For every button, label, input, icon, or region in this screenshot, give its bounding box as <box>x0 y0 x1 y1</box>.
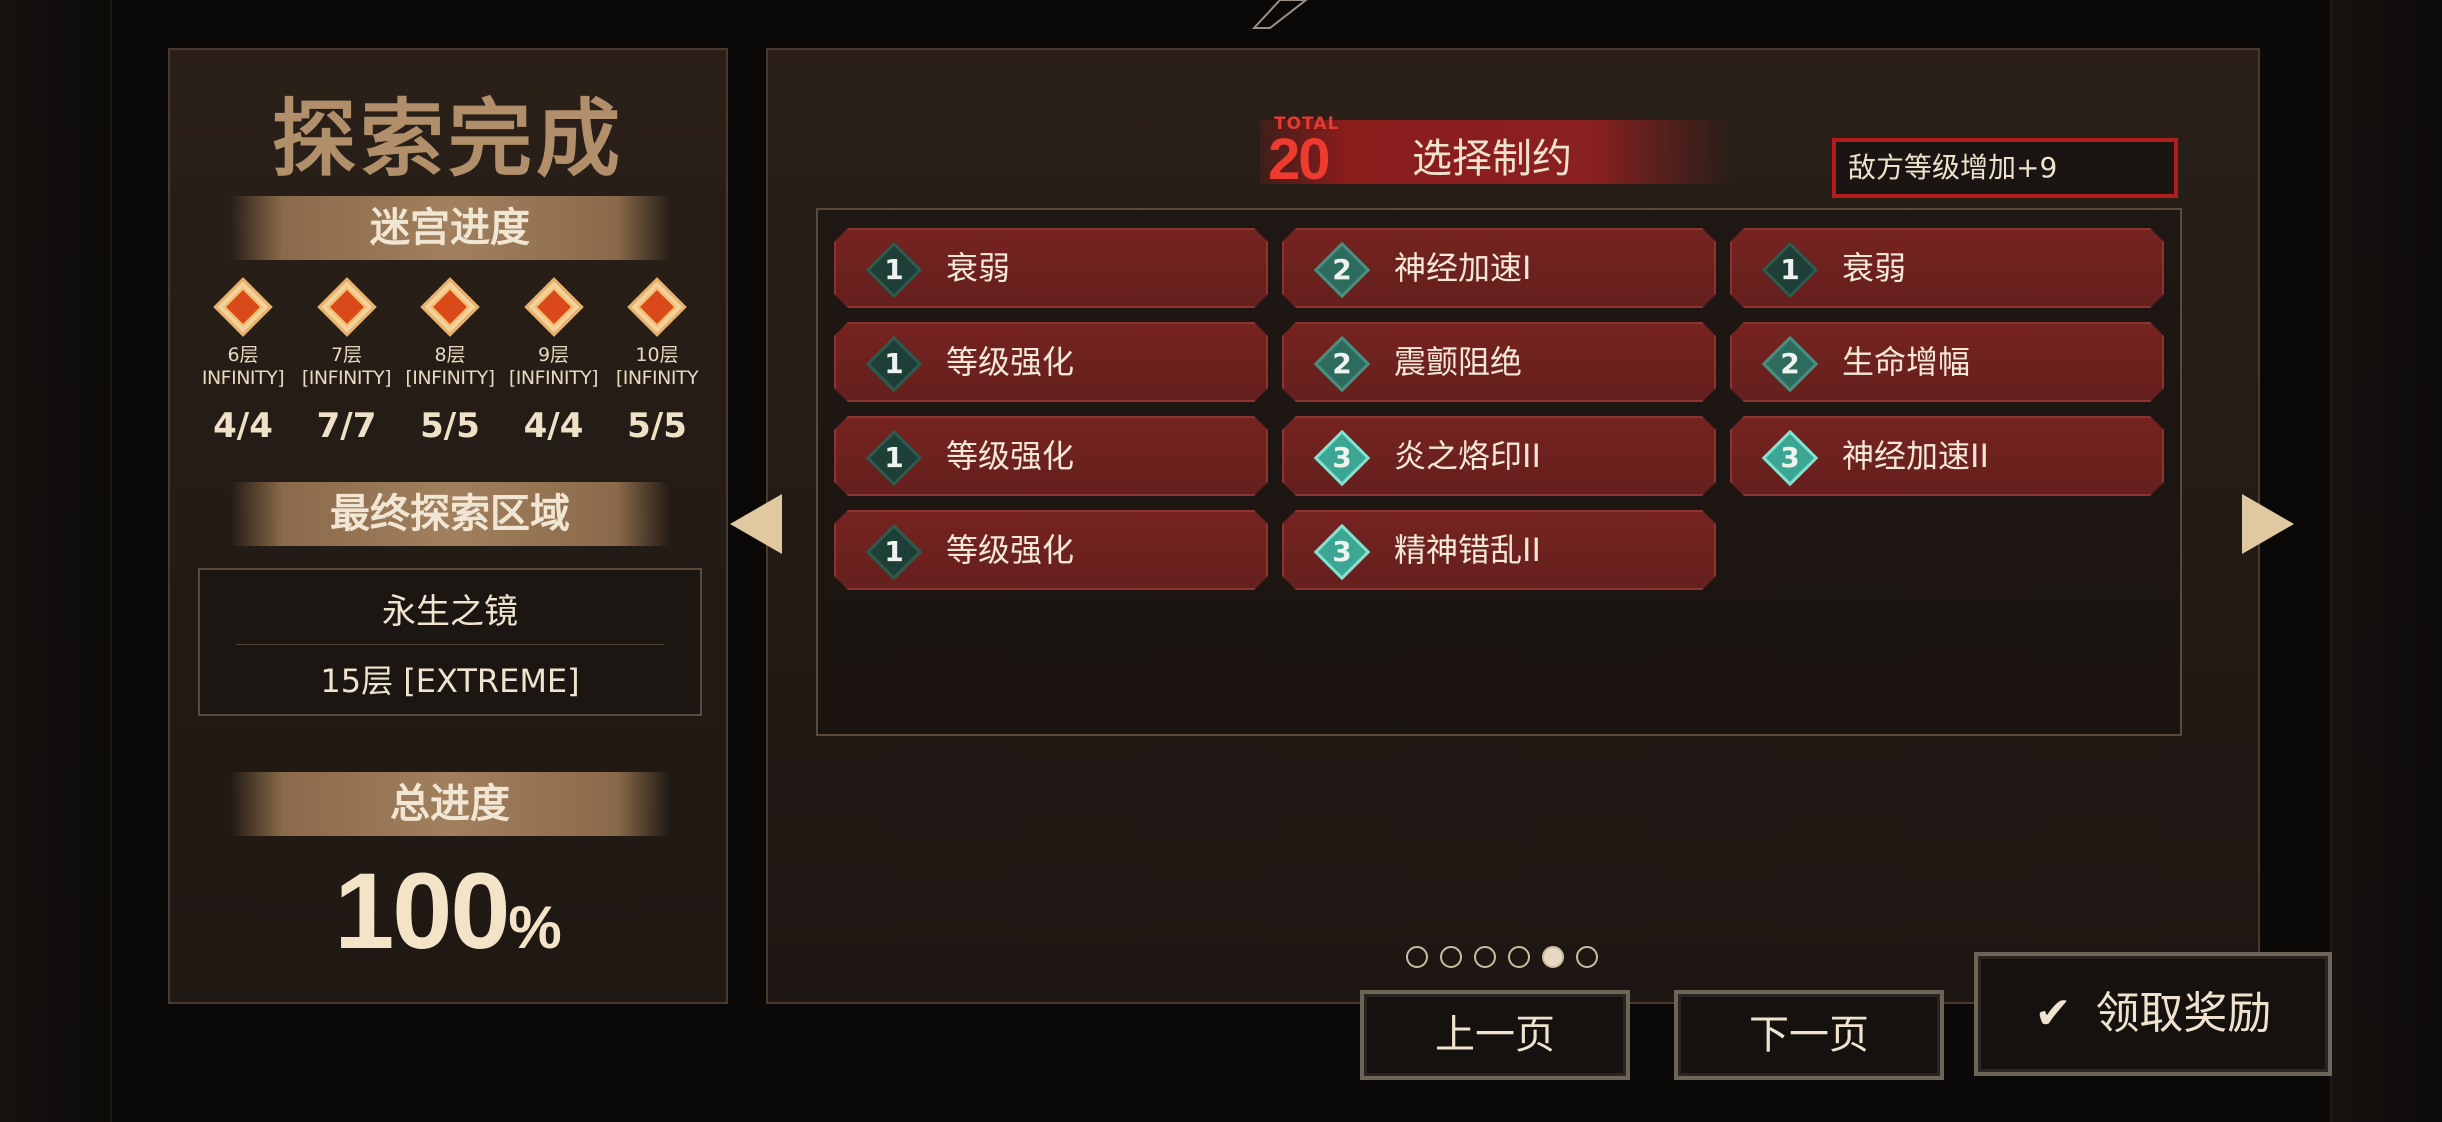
floor-item: 10层 [INFINITY 5/5 <box>606 274 708 504</box>
constraint-level: 3 <box>1780 441 1800 474</box>
constraint-name: 衰弱 <box>1842 249 1907 287</box>
constraint-name: 生命增幅 <box>1842 343 1971 381</box>
constraint-level: 3 <box>1332 441 1352 474</box>
constraint-grid: 1 衰弱 2 神经加速I 1 衰弱 1 等级强化 2 震颤阻绝 2 生命增幅 1… <box>816 208 2182 736</box>
floor-emblem-icon <box>523 277 584 337</box>
floor-name: 6层 <box>227 344 259 366</box>
floor-name: 7层 <box>330 344 363 366</box>
constraint-card[interactable]: 2 震颤阻绝 <box>1282 322 1716 402</box>
top-pointer-icon <box>1251 0 1308 29</box>
floor-item: 9层 [INFINITY] 4/4 <box>503 274 605 504</box>
effect-summary: 敌方等级增加+9 <box>1832 138 2178 198</box>
floor-emblem-icon <box>627 277 687 337</box>
constraint-name: 衰弱 <box>946 249 1011 287</box>
total-progress-header: 总进度 <box>230 772 670 836</box>
constraint-level: 1 <box>884 535 904 568</box>
constraint-level: 1 <box>884 347 904 380</box>
exploration-summary-panel: 探索完成 迷宫进度 6层 INFINITY] 4/4 7层 [INFINITY]… <box>168 48 728 1004</box>
triangle-left-icon[interactable] <box>730 494 782 554</box>
floor-item: 6层 INFINITY] 4/4 <box>192 274 294 504</box>
constraint-card[interactable]: 1 衰弱 <box>1730 228 2164 308</box>
maze-progress-header: 迷宫进度 <box>230 196 670 260</box>
pagination-dots <box>1406 946 1598 968</box>
page-dot[interactable] <box>1406 946 1428 968</box>
floor-item: 7层 [INFINITY] 7/7 <box>296 274 398 504</box>
floor-progress-list: 6层 INFINITY] 4/4 7层 [INFINITY] 7/7 8层 [I… <box>192 274 708 504</box>
constraint-level: 3 <box>1332 535 1352 568</box>
floor-progress: 7/7 <box>316 406 377 446</box>
page-dot[interactable] <box>1474 946 1496 968</box>
total-progress: 100% <box>170 848 726 973</box>
page-dot[interactable] <box>1576 946 1598 968</box>
right-frame-edge <box>2330 0 2442 1122</box>
constraint-card[interactable]: 3 精神错乱II <box>1282 510 1716 590</box>
floor-progress: 4/4 <box>213 406 273 446</box>
floor-progress: 5/5 <box>420 406 480 446</box>
panel-title: 探索完成 <box>271 90 624 188</box>
floor-difficulty: [INFINITY] <box>405 367 495 389</box>
floor-difficulty: [INFINITY] <box>301 367 392 389</box>
constraint-card[interactable]: 2 生命增幅 <box>1730 322 2164 402</box>
constraint-card[interactable]: 3 神经加速II <box>1730 416 2164 496</box>
floor-name: 10层 <box>635 344 679 366</box>
final-zone-name: 永生之镜 <box>382 592 518 632</box>
floor-emblem-icon <box>316 277 377 337</box>
constraint-level: 1 <box>884 441 904 474</box>
constraint-level: 2 <box>1332 347 1352 380</box>
constraint-name: 炎之烙印II <box>1394 437 1541 475</box>
final-zone-header: 最终探索区域 <box>230 482 670 546</box>
constraint-card[interactable]: 1 等级强化 <box>834 416 1268 496</box>
constraint-name: 等级强化 <box>946 437 1075 475</box>
constraint-card[interactable]: 1 等级强化 <box>834 510 1268 590</box>
constraint-level: 2 <box>1780 347 1800 380</box>
constraint-card[interactable]: 1 衰弱 <box>834 228 1268 308</box>
floor-difficulty: [INFINITY] <box>508 367 599 389</box>
page-dot-active[interactable] <box>1542 946 1564 968</box>
constraint-card[interactable]: 3 炎之烙印II <box>1282 416 1716 496</box>
panel-title: 选择制约 <box>1412 136 1572 182</box>
left-frame-edge <box>0 0 112 1122</box>
floor-progress: 4/4 <box>523 406 584 446</box>
next-page-button[interactable]: 下一页 <box>1674 990 1944 1080</box>
constraint-name: 等级强化 <box>946 531 1075 569</box>
constraint-name: 神经加速II <box>1842 437 1989 475</box>
claim-reward-button[interactable]: ✔ 领取奖励 <box>1974 952 2332 1076</box>
constraint-name: 精神错乱II <box>1394 531 1541 569</box>
total-value: 20 <box>1268 127 1330 192</box>
constraint-card[interactable]: 2 神经加速I <box>1282 228 1716 308</box>
total-progress-value: 100 <box>334 850 510 971</box>
floor-name: 9层 <box>537 344 570 366</box>
floor-emblem-icon <box>213 277 273 337</box>
constraint-card[interactable]: 1 等级强化 <box>834 322 1268 402</box>
triangle-right-icon[interactable] <box>2242 494 2294 554</box>
previous-page-button[interactable]: 上一页 <box>1360 990 1630 1080</box>
floor-name: 8层 <box>434 344 466 366</box>
claim-reward-label: 领取奖励 <box>2095 988 2272 1039</box>
floor-difficulty: [INFINITY <box>615 367 699 389</box>
total-progress-unit: % <box>508 894 562 961</box>
constraint-level: 1 <box>1780 253 1800 286</box>
divider <box>236 644 664 645</box>
floor-item: 8层 [INFINITY] 5/5 <box>399 274 501 504</box>
page-dot[interactable] <box>1440 946 1462 968</box>
constraint-name: 神经加速I <box>1394 249 1532 287</box>
page-dot[interactable] <box>1508 946 1530 968</box>
floor-progress: 5/5 <box>627 406 687 446</box>
floor-difficulty: INFINITY] <box>201 367 285 389</box>
constraint-name: 震颤阻绝 <box>1394 343 1523 381</box>
constraint-panel: TOTAL 20 选择制约 敌方等级增加+9 1 衰弱 2 神经加速I 1 衰弱… <box>766 48 2260 1004</box>
final-zone-floor: 15层 [EXTREME] <box>320 662 580 700</box>
final-zone-box: 永生之镜 15层 [EXTREME] <box>198 568 702 716</box>
checkmark-icon: ✔ <box>2034 988 2072 1039</box>
constraint-level: 2 <box>1332 253 1352 286</box>
constraint-level: 1 <box>884 253 904 286</box>
floor-emblem-icon <box>420 277 480 337</box>
constraint-name: 等级强化 <box>946 343 1075 381</box>
